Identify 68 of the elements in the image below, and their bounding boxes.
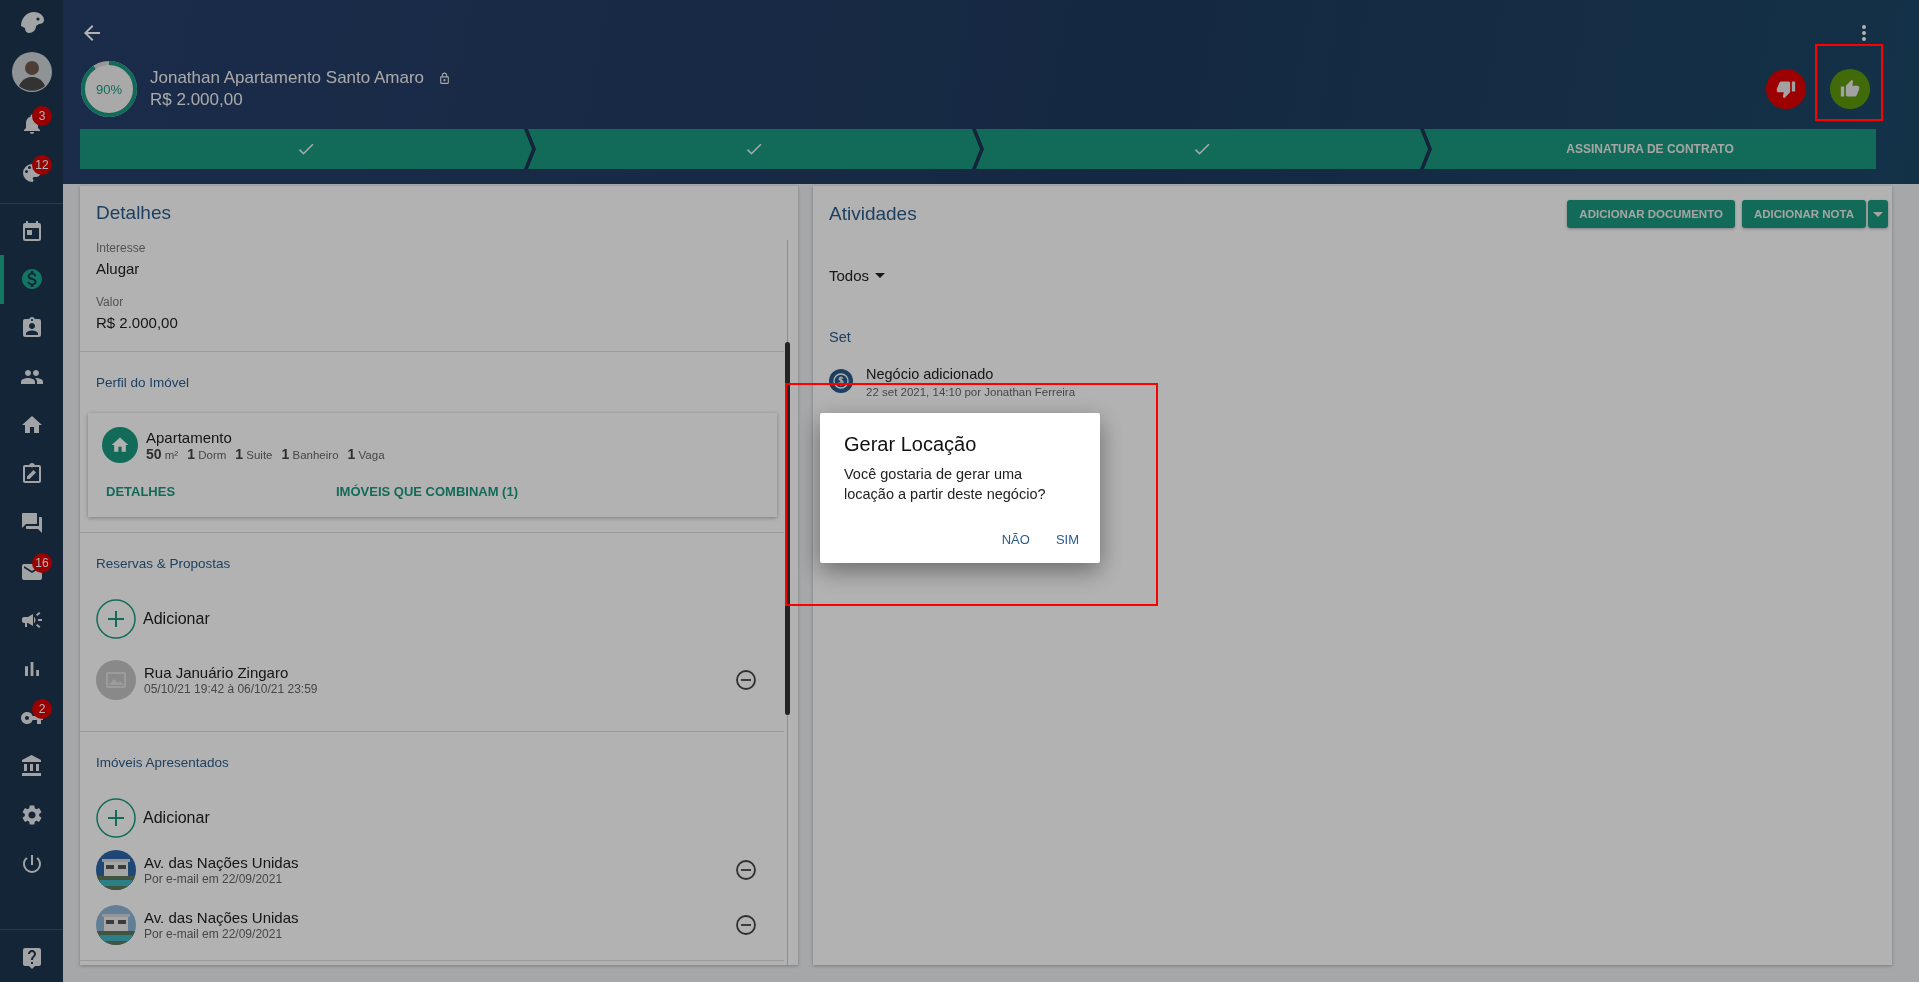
section-title: Imóveis Apresentados	[95, 754, 230, 772]
step-label: ASSINATURA DE CONTRATO	[1566, 142, 1734, 156]
activity-title: Negócio adicionado	[866, 365, 995, 383]
toolbar-button[interactable]: ADICIONAR NOTA	[1741, 200, 1866, 228]
count-badge: 12	[32, 154, 52, 175]
remove-icon[interactable]	[734, 913, 758, 937]
feature-text: 1 Suite	[235, 445, 273, 462]
filter-dropdown[interactable]: Todos	[829, 264, 886, 286]
toolbar-button[interactable]: ADICIONAR DOCUMENTO	[1567, 200, 1735, 228]
list-item-title: Rua Januário Zingaro	[144, 663, 290, 682]
card-link[interactable]: DETALHES	[106, 483, 336, 499]
list-item-title: Av. das Nações Unidas	[144, 908, 300, 927]
feature-text: 50 m²	[146, 445, 179, 462]
add-button[interactable]: Adicionar	[96, 798, 770, 838]
win-button[interactable]	[1830, 69, 1870, 109]
lose-button[interactable]	[1766, 69, 1806, 109]
plus-icon	[96, 599, 136, 639]
scrollbar-thumb[interactable]	[785, 342, 790, 715]
list-item-title: Av. das Nações Unidas	[144, 853, 300, 872]
dollar-icon	[829, 369, 853, 393]
add-button[interactable]: Adicionar	[96, 599, 770, 639]
month-label: Set	[829, 329, 852, 345]
chat-icon	[19, 510, 44, 535]
section-title: Reservas & Propostas	[95, 555, 232, 573]
plus-icon	[96, 798, 136, 838]
nav-item[interactable]: 12	[0, 148, 63, 198]
remove-icon[interactable]	[734, 668, 758, 692]
caret-icon	[875, 272, 886, 278]
progress-label: 90%	[95, 80, 123, 99]
avatar[interactable]	[11, 52, 52, 92]
dialog-button[interactable]: NÃO	[990, 524, 1041, 555]
feature-text: 1 Banheiro	[281, 445, 339, 462]
dialog-message: Você gostaria de gerar uma locação a partir deste negócio?	[844, 465, 1047, 504]
caret-icon	[1873, 211, 1883, 217]
nav-item[interactable]: 16	[0, 547, 63, 596]
bank-icon	[19, 754, 44, 779]
list-item-subtitle: Por e-mail em 22/09/2021	[144, 927, 284, 942]
image-placeholder-icon	[96, 660, 136, 700]
field-value: Alugar	[96, 259, 141, 279]
count-badge: 16	[32, 553, 52, 574]
thumbs-up-icon	[1840, 79, 1860, 99]
field-label: Interesse	[96, 240, 147, 256]
count-badge: 2	[32, 699, 52, 720]
pipeline-step[interactable]: ASSINATURA DE CONTRATO	[1424, 129, 1876, 169]
deal-title: Jonathan Apartamento Santo Amaro	[150, 68, 425, 88]
deal-price: R$ 2.000,00	[150, 90, 244, 110]
panel-title: Atividades	[829, 203, 918, 225]
field-value: R$ 2.000,00	[96, 313, 179, 333]
home-icon	[102, 427, 138, 463]
activity-meta: 22 set 2021, 14:10 por Jonathan Ferreira	[866, 386, 1076, 398]
panel-title: Detalhes	[95, 201, 172, 225]
dollar-icon	[19, 267, 44, 292]
list-item-subtitle: 05/10/21 19:42 à 06/10/21 23:59	[144, 682, 319, 697]
dialog-title: Gerar Locação	[844, 433, 978, 456]
dialog-button[interactable]: SIM	[1044, 524, 1090, 555]
feature-text: 1 Dorm	[187, 445, 227, 462]
nav-item[interactable]: 3	[0, 100, 63, 149]
list-item-subtitle: Por e-mail em 22/09/2021	[144, 872, 284, 887]
count-badge: 3	[32, 106, 52, 126]
property-type: Apartamento	[146, 428, 233, 446]
feature-text: 1 Vaga	[347, 445, 385, 462]
dropdown-button[interactable]	[1868, 200, 1888, 228]
card-link[interactable]: IMÓVEIS QUE COMBINAM (1)	[336, 483, 518, 499]
thumbs-down-icon	[1776, 79, 1796, 99]
field-label: Valor	[96, 294, 125, 310]
section-title: Perfil do Imóvel	[95, 374, 191, 392]
remove-icon[interactable]	[734, 858, 758, 882]
nav-item[interactable]: 2	[0, 693, 63, 742]
